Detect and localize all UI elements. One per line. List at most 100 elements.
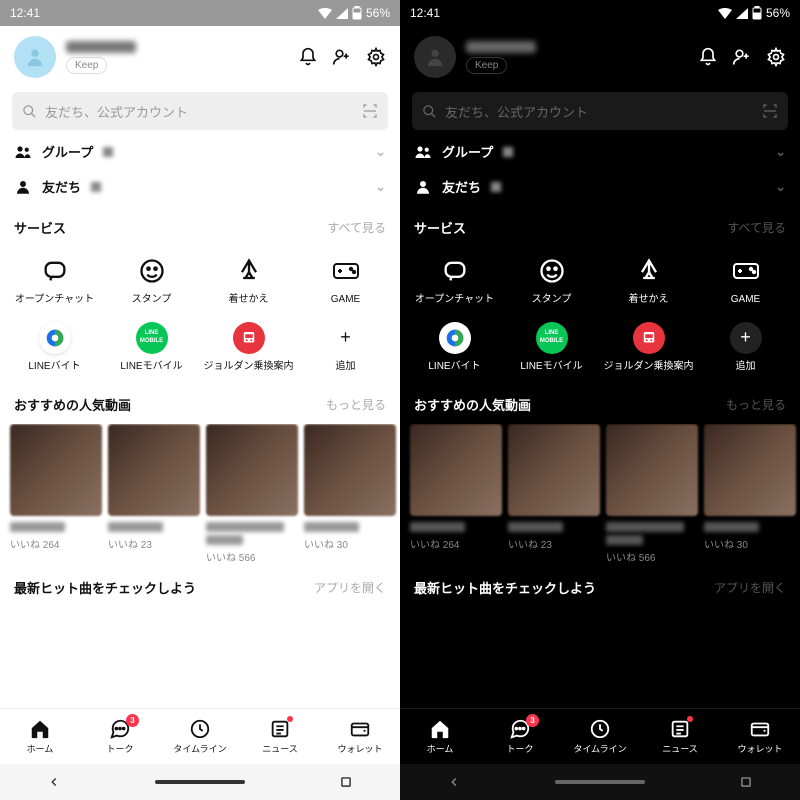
category-label: グループ <box>42 142 93 161</box>
signal-icon <box>736 8 748 19</box>
nav-wallet[interactable]: ウォレット <box>720 718 800 755</box>
bell-icon[interactable] <box>698 47 718 67</box>
see-all-link[interactable]: すべて見る <box>727 219 786 236</box>
status-time: 12:41 <box>10 6 40 20</box>
video-title-redacted <box>10 522 65 532</box>
svc-theme[interactable]: 着せかえ <box>200 247 297 314</box>
bottom-nav: ホーム 3トーク タイムライン ニュース ウォレット <box>400 708 800 764</box>
gear-icon[interactable] <box>366 47 386 67</box>
news-dot <box>687 716 693 722</box>
nav-talk[interactable]: 3トーク <box>80 718 160 755</box>
person-icon <box>14 178 32 196</box>
svc-openchat[interactable]: オープンチャット <box>6 247 103 314</box>
video-card[interactable]: いいね 23 <box>508 424 600 564</box>
back-icon[interactable] <box>47 775 61 789</box>
svc-stamp[interactable]: スタンプ <box>503 247 600 314</box>
count-redacted <box>91 182 101 192</box>
svc-baito[interactable]: LINEバイト <box>6 314 103 381</box>
search-placeholder: 友だち、公式アカウント <box>45 102 354 121</box>
videos-header: おすすめの人気動画 もっと見る <box>0 381 400 424</box>
video-card[interactable]: いいね 264 <box>410 424 502 564</box>
nav-talk[interactable]: 3トーク <box>480 718 560 755</box>
keep-button[interactable]: Keep <box>66 57 107 74</box>
search-input[interactable]: 友だち、公式アカウント <box>12 92 388 130</box>
news-dot <box>287 716 293 722</box>
nav-timeline[interactable]: タイムライン <box>560 718 640 755</box>
bell-icon[interactable] <box>298 47 318 67</box>
add-friend-icon[interactable] <box>332 47 352 67</box>
services-header: サービスすべて見る <box>400 204 800 247</box>
video-card[interactable]: いいね 566 <box>606 424 698 564</box>
home-pill[interactable] <box>155 780 245 784</box>
clock-icon <box>189 718 211 740</box>
search-icon <box>422 104 437 119</box>
more-link[interactable]: もっと見る <box>726 396 786 413</box>
profile-info: Keep <box>466 41 688 74</box>
search-input[interactable]: 友だち、公式アカウント <box>412 92 788 130</box>
nav-home[interactable]: ホーム <box>400 718 480 755</box>
profile-row[interactable]: Keep <box>0 26 400 88</box>
gear-icon[interactable] <box>766 47 786 67</box>
qr-icon[interactable] <box>762 103 778 119</box>
home-pill[interactable] <box>555 780 645 784</box>
svc-jorudan[interactable]: ジョルダン乗換案内 <box>200 314 297 381</box>
keep-button[interactable]: Keep <box>466 57 507 74</box>
video-thumb <box>410 424 502 516</box>
nav-wallet[interactable]: ウォレット <box>320 718 400 755</box>
video-title-redacted <box>304 522 359 532</box>
see-all-link[interactable]: すべて見る <box>327 219 386 236</box>
recents-icon[interactable] <box>339 775 353 789</box>
back-icon[interactable] <box>447 775 461 789</box>
video-card[interactable]: いいね 30 <box>704 424 796 564</box>
svc-add[interactable]: +追加 <box>697 314 794 381</box>
section-title: 最新ヒット曲をチェックしよう <box>414 578 596 597</box>
qr-icon[interactable] <box>362 103 378 119</box>
video-card[interactable]: いいね 566 <box>206 424 298 564</box>
svc-game[interactable]: GAME <box>297 247 394 314</box>
video-card[interactable]: いいね 30 <box>304 424 396 564</box>
svc-jorudan[interactable]: ジョルダン乗換案内 <box>600 314 697 381</box>
section-title: 最新ヒット曲をチェックしよう <box>14 578 196 597</box>
recents-icon[interactable] <box>739 775 753 789</box>
svc-mobile[interactable]: LINEMOBILELINEモバイル <box>103 314 200 381</box>
person-icon <box>424 46 446 68</box>
count-redacted <box>503 147 513 157</box>
svc-theme[interactable]: 着せかえ <box>600 247 697 314</box>
more-link[interactable]: もっと見る <box>326 396 386 413</box>
category-label: グループ <box>442 142 493 161</box>
music-header: 最新ヒット曲をチェックしよう アプリを開く <box>400 564 800 607</box>
nav-news[interactable]: ニュース <box>240 718 320 755</box>
video-thumb <box>10 424 102 516</box>
svc-game[interactable]: GAME <box>697 247 794 314</box>
services-grid: オープンチャット スタンプ 着せかえ GAME LINEバイト LINEMOBI… <box>0 247 400 381</box>
videos-header: おすすめの人気動画 もっと見る <box>400 381 800 424</box>
nav-timeline[interactable]: タイムライン <box>160 718 240 755</box>
category-friends[interactable]: 友だち ⌄ <box>0 169 400 204</box>
home-icon <box>429 718 451 740</box>
svc-stamp[interactable]: スタンプ <box>103 247 200 314</box>
profile-name-redacted <box>466 41 536 53</box>
count-redacted <box>103 147 113 157</box>
video-card[interactable]: いいね 264 <box>10 424 102 564</box>
search-placeholder: 友だち、公式アカウント <box>445 102 754 121</box>
video-card[interactable]: いいね 23 <box>108 424 200 564</box>
avatar[interactable] <box>14 36 56 78</box>
add-friend-icon[interactable] <box>732 47 752 67</box>
category-friends[interactable]: 友だち⌄ <box>400 169 800 204</box>
svc-mobile[interactable]: LINEMOBILELINEモバイル <box>503 314 600 381</box>
status-icons: 56% <box>318 6 390 20</box>
nav-news[interactable]: ニュース <box>640 718 720 755</box>
open-app-link[interactable]: アプリを開く <box>314 579 386 596</box>
profile-row[interactable]: Keep <box>400 26 800 88</box>
section-title: おすすめの人気動画 <box>414 395 531 414</box>
avatar[interactable] <box>414 36 456 78</box>
category-groups[interactable]: グループ⌄ <box>400 134 800 169</box>
services-header: サービス すべて見る <box>0 204 400 247</box>
category-groups[interactable]: グループ ⌄ <box>0 134 400 169</box>
svc-add[interactable]: +追加 <box>297 314 394 381</box>
video-thumb <box>206 424 298 516</box>
nav-home[interactable]: ホーム <box>0 718 80 755</box>
open-app-link[interactable]: アプリを開く <box>714 579 786 596</box>
svc-openchat[interactable]: オープンチャット <box>406 247 503 314</box>
svc-baito[interactable]: LINEバイト <box>406 314 503 381</box>
